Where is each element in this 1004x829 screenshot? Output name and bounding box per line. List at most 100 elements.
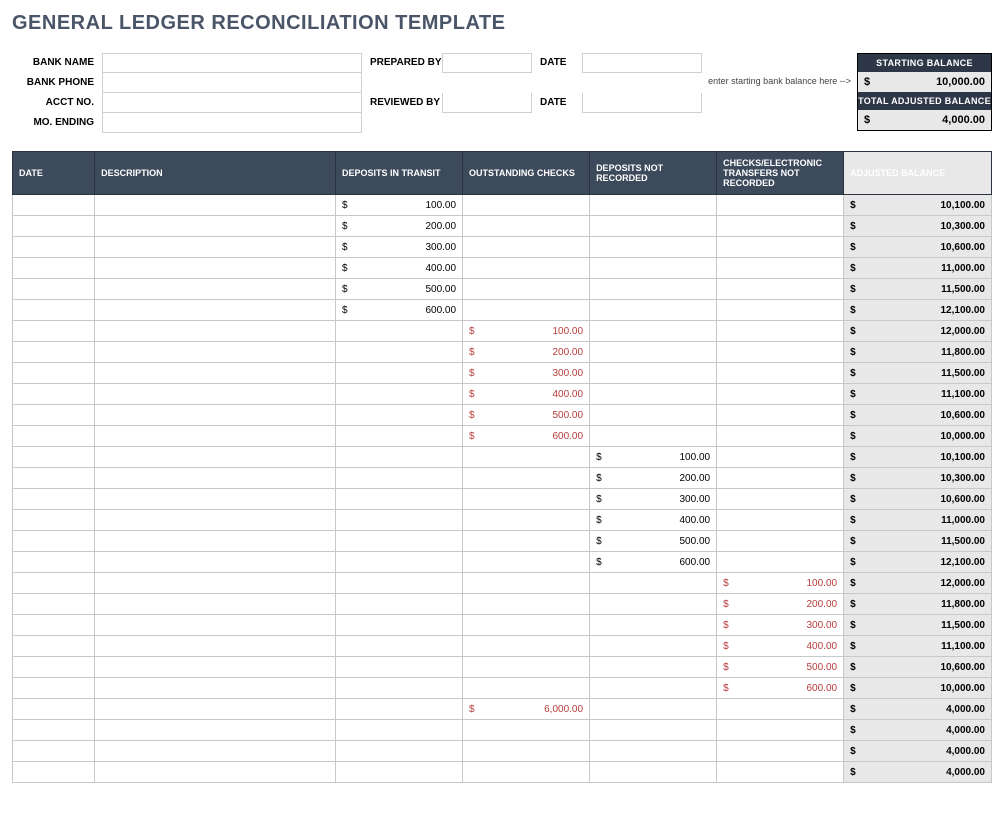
- cell-outstanding-checks[interactable]: [463, 741, 590, 762]
- cell-outstanding-checks[interactable]: [463, 531, 590, 552]
- cell-deposits-not-recorded[interactable]: [590, 657, 717, 678]
- cell-checks-not-recorded[interactable]: [717, 237, 844, 258]
- cell-checks-not-recorded[interactable]: [717, 489, 844, 510]
- cell-deposits-not-recorded[interactable]: [590, 237, 717, 258]
- cell-checks-not-recorded[interactable]: [717, 720, 844, 741]
- cell-outstanding-checks[interactable]: [463, 720, 590, 741]
- cell-checks-not-recorded[interactable]: [717, 258, 844, 279]
- cell-date[interactable]: [13, 741, 95, 762]
- cell-checks-not-recorded[interactable]: [717, 699, 844, 720]
- cell-outstanding-checks[interactable]: $400.00: [463, 384, 590, 405]
- cell-checks-not-recorded[interactable]: [717, 531, 844, 552]
- cell-description[interactable]: [95, 720, 336, 741]
- cell-description[interactable]: [95, 195, 336, 216]
- cell-deposits-not-recorded[interactable]: [590, 636, 717, 657]
- cell-outstanding-checks[interactable]: [463, 258, 590, 279]
- cell-date[interactable]: [13, 258, 95, 279]
- bank-name-input[interactable]: [102, 53, 362, 73]
- cell-date[interactable]: [13, 720, 95, 741]
- cell-description[interactable]: [95, 699, 336, 720]
- cell-date[interactable]: [13, 615, 95, 636]
- cell-checks-not-recorded[interactable]: $500.00: [717, 657, 844, 678]
- cell-deposits-not-recorded[interactable]: [590, 258, 717, 279]
- cell-date[interactable]: [13, 279, 95, 300]
- cell-deposits-transit[interactable]: [336, 573, 463, 594]
- cell-description[interactable]: [95, 510, 336, 531]
- cell-description[interactable]: [95, 258, 336, 279]
- cell-date[interactable]: [13, 489, 95, 510]
- cell-deposits-transit[interactable]: [336, 657, 463, 678]
- cell-deposits-transit[interactable]: [336, 531, 463, 552]
- cell-description[interactable]: [95, 405, 336, 426]
- cell-deposits-not-recorded[interactable]: [590, 720, 717, 741]
- cell-deposits-not-recorded[interactable]: $200.00: [590, 468, 717, 489]
- cell-deposits-transit[interactable]: [336, 405, 463, 426]
- cell-description[interactable]: [95, 279, 336, 300]
- cell-description[interactable]: [95, 237, 336, 258]
- cell-outstanding-checks[interactable]: $6,000.00: [463, 699, 590, 720]
- cell-date[interactable]: [13, 573, 95, 594]
- cell-checks-not-recorded[interactable]: [717, 363, 844, 384]
- cell-deposits-transit[interactable]: $400.00: [336, 258, 463, 279]
- cell-checks-not-recorded[interactable]: [717, 342, 844, 363]
- cell-deposits-transit[interactable]: $600.00: [336, 300, 463, 321]
- cell-outstanding-checks[interactable]: [463, 552, 590, 573]
- cell-deposits-not-recorded[interactable]: [590, 426, 717, 447]
- cell-deposits-not-recorded[interactable]: [590, 321, 717, 342]
- cell-date[interactable]: [13, 195, 95, 216]
- cell-deposits-not-recorded[interactable]: $100.00: [590, 447, 717, 468]
- cell-description[interactable]: [95, 489, 336, 510]
- cell-outstanding-checks[interactable]: [463, 510, 590, 531]
- cell-checks-not-recorded[interactable]: $600.00: [717, 678, 844, 699]
- cell-deposits-transit[interactable]: [336, 741, 463, 762]
- cell-deposits-not-recorded[interactable]: [590, 300, 717, 321]
- bank-phone-input[interactable]: [102, 73, 362, 93]
- cell-deposits-transit[interactable]: $300.00: [336, 237, 463, 258]
- cell-outstanding-checks[interactable]: [463, 300, 590, 321]
- cell-outstanding-checks[interactable]: [463, 468, 590, 489]
- cell-checks-not-recorded[interactable]: [717, 216, 844, 237]
- cell-description[interactable]: [95, 762, 336, 783]
- cell-deposits-not-recorded[interactable]: [590, 405, 717, 426]
- cell-deposits-transit[interactable]: [336, 426, 463, 447]
- cell-description[interactable]: [95, 384, 336, 405]
- cell-outstanding-checks[interactable]: $300.00: [463, 363, 590, 384]
- cell-description[interactable]: [95, 426, 336, 447]
- cell-outstanding-checks[interactable]: [463, 594, 590, 615]
- cell-description[interactable]: [95, 468, 336, 489]
- cell-outstanding-checks[interactable]: $100.00: [463, 321, 590, 342]
- cell-checks-not-recorded[interactable]: [717, 510, 844, 531]
- cell-checks-not-recorded[interactable]: $200.00: [717, 594, 844, 615]
- cell-date[interactable]: [13, 657, 95, 678]
- cell-deposits-transit[interactable]: [336, 468, 463, 489]
- cell-outstanding-checks[interactable]: [463, 489, 590, 510]
- cell-description[interactable]: [95, 594, 336, 615]
- cell-date[interactable]: [13, 321, 95, 342]
- cell-date[interactable]: [13, 384, 95, 405]
- cell-checks-not-recorded[interactable]: [717, 405, 844, 426]
- reviewed-by-input[interactable]: [442, 93, 532, 113]
- cell-outstanding-checks[interactable]: $600.00: [463, 426, 590, 447]
- cell-date[interactable]: [13, 762, 95, 783]
- cell-deposits-not-recorded[interactable]: [590, 342, 717, 363]
- cell-description[interactable]: [95, 573, 336, 594]
- cell-deposits-transit[interactable]: [336, 384, 463, 405]
- cell-deposits-not-recorded[interactable]: [590, 762, 717, 783]
- cell-description[interactable]: [95, 321, 336, 342]
- cell-deposits-not-recorded[interactable]: $600.00: [590, 552, 717, 573]
- cell-description[interactable]: [95, 678, 336, 699]
- cell-deposits-not-recorded[interactable]: $300.00: [590, 489, 717, 510]
- cell-deposits-transit[interactable]: [336, 489, 463, 510]
- cell-description[interactable]: [95, 342, 336, 363]
- prepared-by-input[interactable]: [442, 53, 532, 73]
- cell-deposits-not-recorded[interactable]: [590, 573, 717, 594]
- cell-description[interactable]: [95, 363, 336, 384]
- cell-deposits-not-recorded[interactable]: [590, 279, 717, 300]
- cell-deposits-transit[interactable]: $200.00: [336, 216, 463, 237]
- cell-deposits-transit[interactable]: $500.00: [336, 279, 463, 300]
- cell-description[interactable]: [95, 552, 336, 573]
- cell-outstanding-checks[interactable]: [463, 615, 590, 636]
- cell-deposits-transit[interactable]: [336, 552, 463, 573]
- cell-date[interactable]: [13, 531, 95, 552]
- cell-outstanding-checks[interactable]: $200.00: [463, 342, 590, 363]
